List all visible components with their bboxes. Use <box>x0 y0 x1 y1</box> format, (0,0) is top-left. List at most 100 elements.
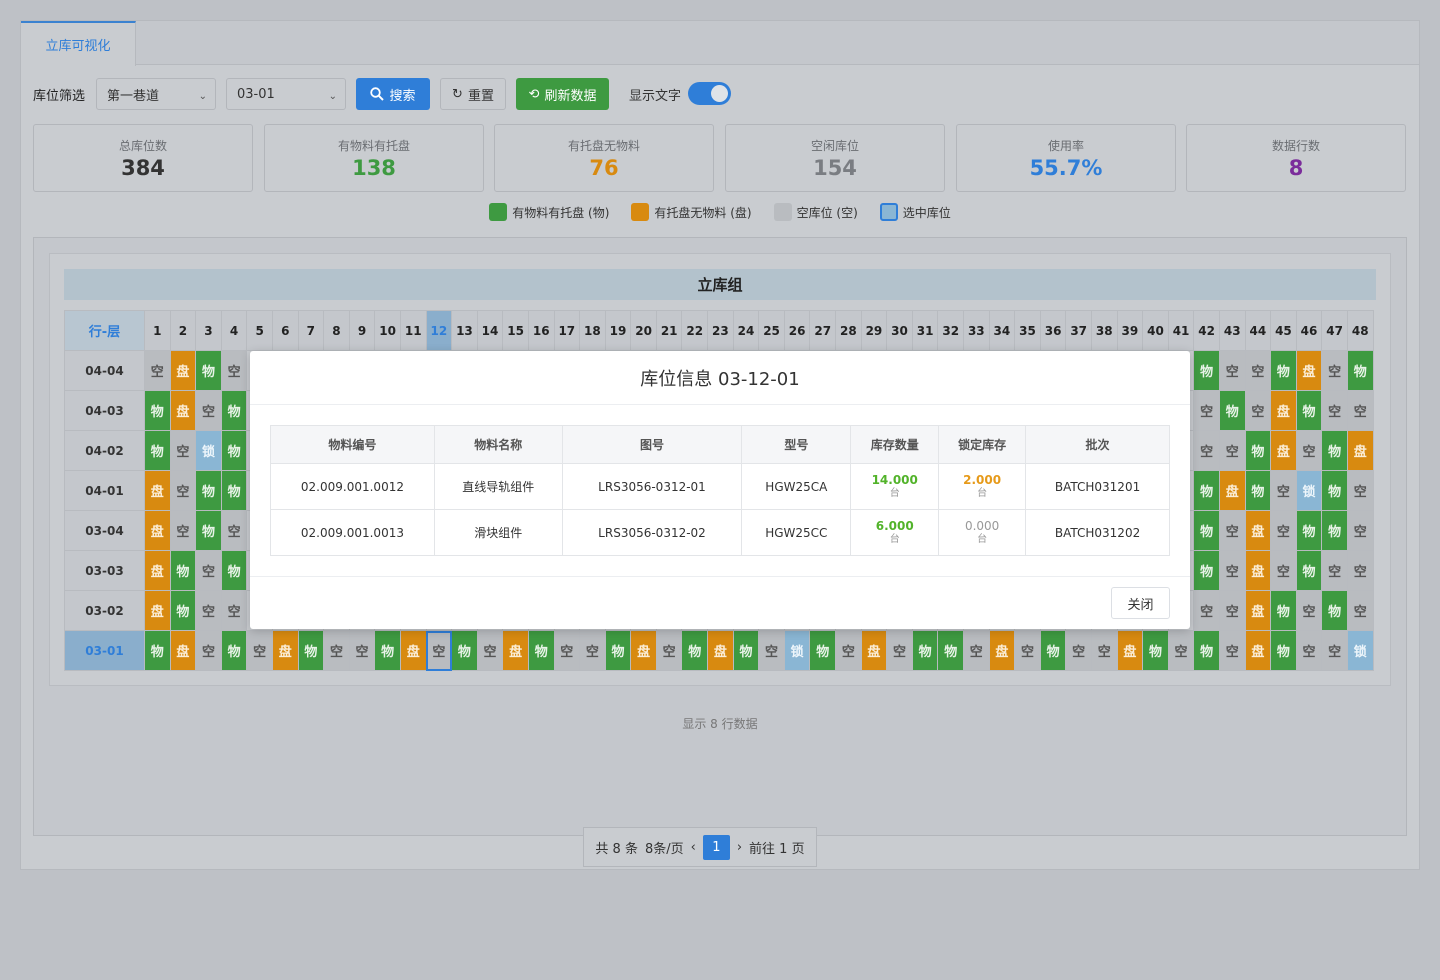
rack-cell[interactable]: 物 <box>1295 390 1323 431</box>
rack-cell[interactable]: 空 <box>1218 510 1246 551</box>
rack-cell[interactable]: 空 <box>195 550 222 591</box>
rack-cell[interactable]: 盘 <box>169 630 197 671</box>
close-button[interactable]: 关闭 <box>1111 587 1170 619</box>
rack-cell[interactable]: 空 <box>758 630 785 671</box>
rack-cell[interactable]: 物 <box>1218 390 1246 431</box>
rack-cell[interactable]: 物 <box>1193 350 1220 391</box>
rack-cell[interactable]: 空 <box>348 630 376 671</box>
rack-cell[interactable]: 空 <box>1065 630 1092 671</box>
rack-cell[interactable]: 空 <box>169 510 197 551</box>
rack-cell[interactable]: 物 <box>937 630 964 671</box>
rack-cell[interactable]: 空 <box>1295 630 1323 671</box>
rack-cell[interactable]: 盘 <box>502 630 529 671</box>
rack-cell[interactable]: 空 <box>1090 630 1118 671</box>
rack-cell[interactable]: 空 <box>1346 390 1374 431</box>
rack-cell[interactable]: 物 <box>681 630 709 671</box>
pager-next-button[interactable]: › <box>737 840 742 855</box>
rack-cell[interactable]: 物 <box>144 630 171 671</box>
rack-cell[interactable]: 空 <box>963 630 990 671</box>
rack-cell[interactable]: 物 <box>1321 470 1348 511</box>
rack-cell[interactable]: 空 <box>220 510 248 551</box>
pager-per-page[interactable]: 8条/页 <box>645 838 684 857</box>
rack-cell[interactable]: 物 <box>809 630 837 671</box>
rack-cell[interactable]: 盘 <box>630 630 657 671</box>
rack-cell[interactable]: 空 <box>195 630 222 671</box>
rack-cell[interactable]: 物 <box>220 550 248 591</box>
pager-prev-button[interactable]: ‹ <box>691 840 696 855</box>
pager-page-1[interactable]: 1 <box>702 834 730 860</box>
rack-cell[interactable]: 锁 <box>195 430 222 471</box>
refresh-button[interactable]: ⟲ 刷新数据 <box>516 78 609 110</box>
rack-cell[interactable]: 空 <box>323 630 350 671</box>
rack-cell[interactable]: 盘 <box>144 470 171 511</box>
rack-cell[interactable]: 空 <box>1346 590 1374 631</box>
rack-cell[interactable]: 空 <box>195 390 222 431</box>
rack-cell[interactable]: 物 <box>220 630 248 671</box>
rack-cell[interactable]: 物 <box>1193 510 1220 551</box>
rack-cell[interactable]: 空 <box>1295 590 1323 631</box>
rack-cell[interactable]: 盘 <box>271 630 299 671</box>
rack-cell[interactable]: 盘 <box>399 630 427 671</box>
rack-cell[interactable]: 物 <box>297 630 325 671</box>
rack-cell[interactable]: 物 <box>1142 630 1169 671</box>
rack-cell[interactable]: 空 <box>1346 470 1374 511</box>
rack-cell[interactable]: 空 <box>246 630 273 671</box>
rack-cell[interactable]: 物 <box>1270 630 1297 671</box>
rack-cell[interactable]: 物 <box>1295 550 1323 591</box>
rack-cell[interactable]: 空 <box>1218 590 1246 631</box>
rack-cell[interactable]: 空 <box>1218 630 1246 671</box>
rack-cell[interactable]: 物 <box>604 630 632 671</box>
rack-cell[interactable]: 空 <box>1014 630 1041 671</box>
rack-cell[interactable]: 物 <box>1193 470 1220 511</box>
position-select[interactable]: 03-01 ⌄ <box>226 78 346 110</box>
show-text-toggle[interactable] <box>688 82 731 105</box>
rack-cell[interactable]: 盘 <box>1270 430 1297 471</box>
rack-cell[interactable]: 盘 <box>1244 590 1272 631</box>
rack-cell[interactable]: 盘 <box>1346 430 1374 471</box>
rack-cell[interactable]: 空 <box>169 470 197 511</box>
rack-cell[interactable]: 空 <box>553 630 581 671</box>
rack-cell[interactable]: 盘 <box>1270 390 1297 431</box>
rack-cell[interactable]: 物 <box>1321 510 1348 551</box>
rack-cell[interactable]: 物 <box>144 430 171 471</box>
rack-cell[interactable]: 物 <box>1270 350 1297 391</box>
rack-cell[interactable]: 空 <box>1270 470 1297 511</box>
rack-cell[interactable]: 空 <box>886 630 913 671</box>
rack-cell[interactable]: 空 <box>1218 350 1246 391</box>
rack-cell[interactable]: 物 <box>169 590 197 631</box>
rack-cell[interactable]: 空 <box>1167 630 1195 671</box>
pager-goto[interactable]: 前往 1 页 <box>749 838 805 857</box>
rack-cell[interactable]: 空 <box>1193 390 1220 431</box>
rack-cell[interactable]: 物 <box>1244 470 1272 511</box>
rack-cell[interactable]: 空 <box>1218 550 1246 591</box>
rack-cell[interactable]: 盘 <box>707 630 734 671</box>
rack-cell[interactable]: 物 <box>1295 510 1323 551</box>
rack-cell[interactable]: 盘 <box>1244 550 1272 591</box>
rack-cell[interactable]: 物 <box>195 350 222 391</box>
rack-cell[interactable]: 盘 <box>1116 630 1144 671</box>
rack-cell[interactable]: 空 <box>1244 390 1272 431</box>
rack-cell[interactable]: 空 <box>1270 550 1297 591</box>
rack-cell[interactable]: 锁 <box>783 630 811 671</box>
rack-cell[interactable]: 物 <box>1039 630 1067 671</box>
rack-cell[interactable]: 盘 <box>1244 510 1272 551</box>
rack-cell[interactable]: 物 <box>220 430 248 471</box>
rack-cell[interactable]: 空 <box>1321 630 1348 671</box>
rack-cell[interactable]: 锁 <box>1346 630 1374 671</box>
rack-cell[interactable]: 盘 <box>144 550 171 591</box>
rack-cell[interactable]: 物 <box>1193 550 1220 591</box>
rack-cell[interactable]: 盘 <box>1218 470 1246 511</box>
rack-cell[interactable]: 空 <box>655 630 683 671</box>
rack-cell[interactable]: 空 <box>835 630 862 671</box>
rack-cell[interactable]: 物 <box>220 470 248 511</box>
rack-cell[interactable]: 空 <box>220 590 248 631</box>
rack-cell[interactable]: 空 <box>579 630 606 671</box>
rack-cell[interactable]: 空 <box>1321 390 1348 431</box>
rack-cell[interactable]: 物 <box>374 630 401 671</box>
rack-cell[interactable]: 物 <box>732 630 760 671</box>
rack-cell[interactable]: 物 <box>1321 590 1348 631</box>
rack-cell[interactable]: 空 <box>1270 510 1297 551</box>
rack-cell[interactable]: 盘 <box>144 590 171 631</box>
rack-cell[interactable]: 物 <box>1321 430 1348 471</box>
rack-cell[interactable]: 物 <box>195 470 222 511</box>
